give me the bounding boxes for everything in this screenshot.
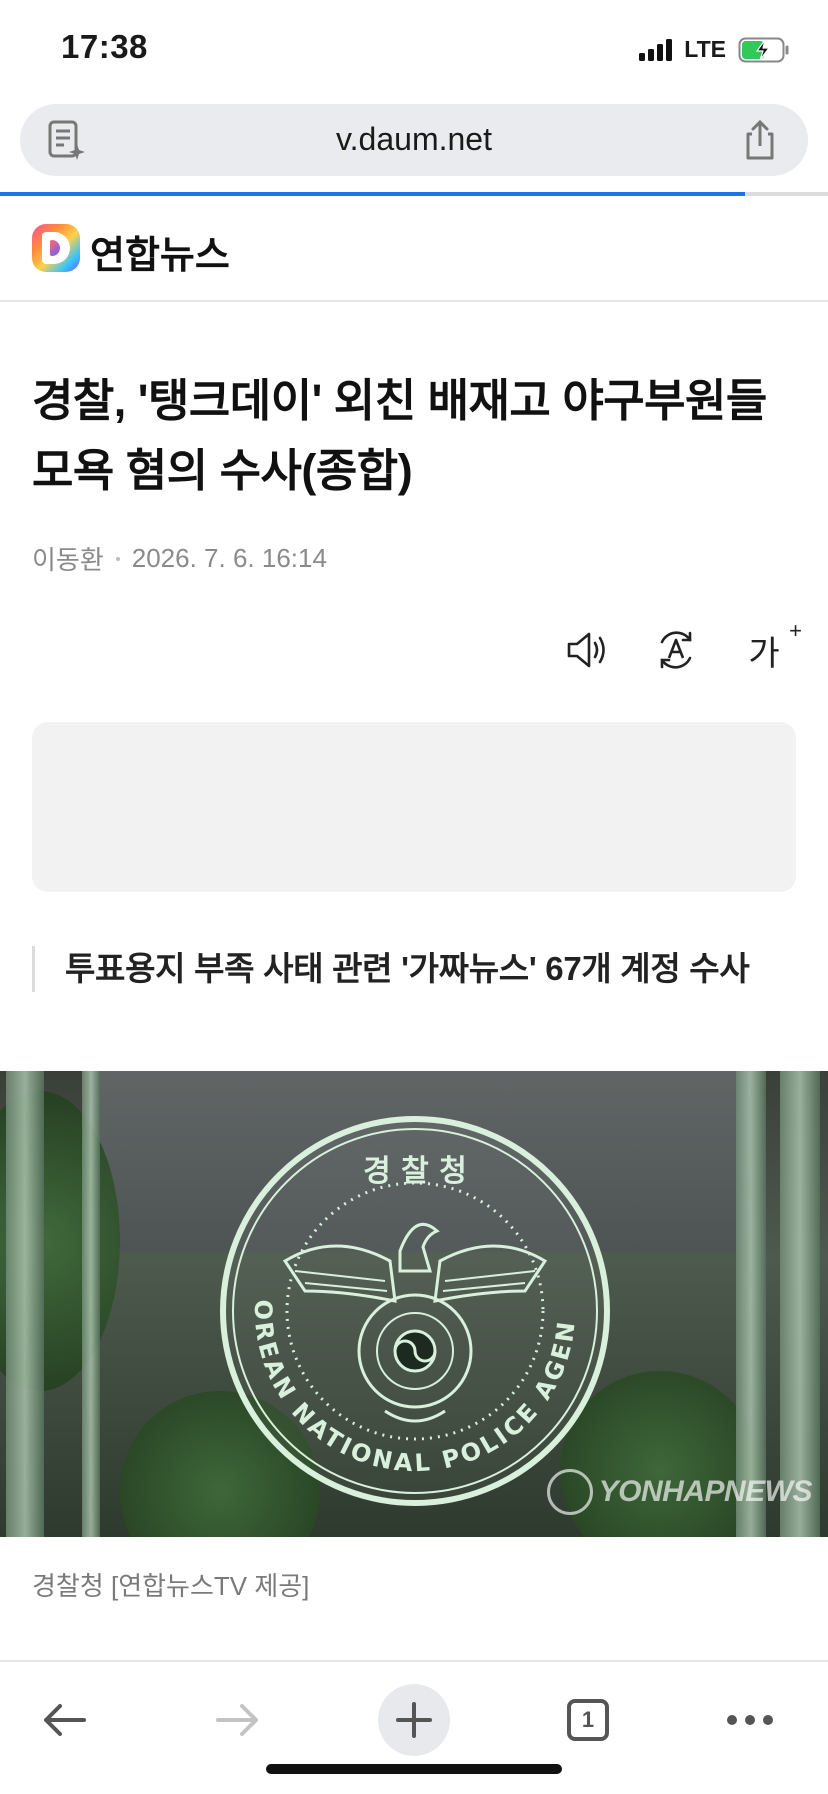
- article-author[interactable]: 이동환: [32, 540, 104, 577]
- signal-icon: [639, 38, 673, 61]
- status-bar: 17:38 LTE: [0, 0, 828, 100]
- font-size-button[interactable]: 가 +: [740, 618, 802, 674]
- back-button[interactable]: [28, 1684, 100, 1756]
- article-photo[interactable]: KOREAN NATIONAL POLICE AGENCY 경 찰 청 YONH…: [0, 1071, 828, 1537]
- speaker-icon[interactable]: [564, 626, 612, 674]
- emblem-top-text: 경 찰 청: [363, 1154, 467, 1189]
- status-time: 17:38: [61, 28, 148, 65]
- article-tools: 가 +: [564, 618, 802, 674]
- plus-icon: +: [789, 618, 802, 643]
- article-subtitle: 투표용지 부족 사태 관련 '가짜뉴스' 67개 계정 수사: [32, 946, 828, 992]
- forward-arrow-icon: [216, 1704, 258, 1736]
- more-icon: [727, 1715, 773, 1725]
- forward-button[interactable]: [202, 1684, 274, 1756]
- new-tab-button[interactable]: [378, 1684, 450, 1756]
- police-emblem-icon: KOREAN NATIONAL POLICE AGENCY 경 찰 청: [215, 1111, 610, 1506]
- daum-logo-icon[interactable]: [32, 224, 80, 272]
- home-indicator: [266, 1764, 562, 1774]
- battery-charging-icon: [738, 37, 789, 62]
- photo-caption: 경찰청 [연합뉴스TV 제공]: [32, 1571, 310, 1601]
- address-bar[interactable]: v.daum.net: [20, 104, 808, 176]
- site-header: 연합뉴스: [0, 196, 828, 302]
- url-text[interactable]: v.daum.net: [20, 121, 808, 158]
- status-icons: LTE: [639, 36, 790, 63]
- ad-placeholder: [32, 722, 796, 892]
- tabs-icon: 1: [567, 1699, 609, 1741]
- font-size-label: 가: [748, 634, 780, 673]
- back-arrow-icon: [44, 1704, 86, 1736]
- share-icon[interactable]: [738, 118, 782, 162]
- more-button[interactable]: [714, 1684, 786, 1756]
- translate-icon[interactable]: [652, 626, 700, 674]
- tabs-button[interactable]: 1: [552, 1684, 624, 1756]
- article-headline: 경찰, '탱크데이' 외친 배재고 야구부원들 모욕 혐의 수사(종합): [32, 375, 767, 496]
- site-name[interactable]: 연합뉴스: [90, 224, 230, 279]
- photo-watermark: YONHAPNEWS: [546, 1469, 813, 1515]
- plus-icon: [396, 1702, 432, 1738]
- article-meta: 이동환 2026. 7. 6. 16:14: [32, 540, 327, 577]
- article-date: 2026. 7. 6. 16:14: [131, 543, 327, 573]
- meta-separator: [115, 556, 120, 561]
- yonhap-logo-icon: [546, 1469, 593, 1515]
- network-label: LTE: [684, 36, 726, 62]
